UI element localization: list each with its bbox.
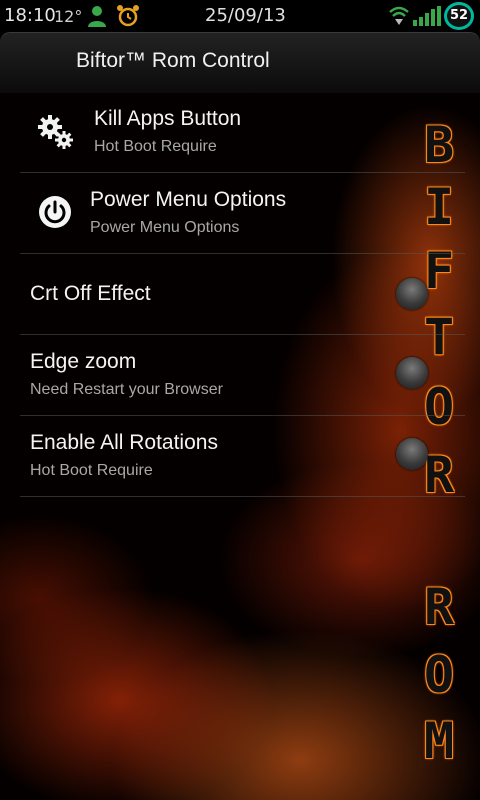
setting-subtitle: Hot Boot Require	[30, 462, 153, 479]
wifi-icon	[389, 6, 409, 25]
setting-title: Kill Apps Button	[94, 107, 242, 130]
setting-enable-all-rotations[interactable]: Enable All Rotations Hot Boot Require	[20, 416, 465, 497]
person-icon	[88, 6, 106, 27]
side-logo-letter: R	[423, 578, 455, 636]
signal-icon	[413, 6, 441, 26]
setting-kill-apps-button[interactable]: Kill Apps Button Hot Boot Require	[20, 92, 465, 173]
status-bar: 18:10 12° 25/09/13 52	[0, 0, 480, 32]
setting-title: Edge zoom	[30, 350, 137, 373]
setting-title: Crt Off Effect	[30, 282, 151, 305]
alarm-clock-icon	[117, 5, 139, 27]
setting-subtitle: Hot Boot Require	[94, 138, 217, 155]
power-icon	[39, 196, 71, 228]
setting-title: Power Menu Options	[90, 188, 287, 211]
status-time: 18:10	[4, 5, 56, 26]
side-logo-letter: M	[423, 712, 455, 770]
toggle-switch[interactable]	[396, 438, 428, 470]
setting-edge-zoom[interactable]: Edge zoom Need Restart your Browser	[20, 335, 465, 416]
setting-subtitle: Power Menu Options	[90, 219, 240, 236]
toggle-switch[interactable]	[396, 357, 428, 389]
gears-icon	[38, 115, 73, 149]
battery-icon: 52	[444, 2, 474, 30]
status-date: 25/09/13	[205, 5, 286, 26]
toggle-switch[interactable]	[396, 278, 428, 310]
action-bar: Biftor™ Rom Control	[0, 32, 480, 93]
setting-subtitle: Need Restart your Browser	[30, 381, 223, 398]
setting-power-menu-options[interactable]: Power Menu Options Power Menu Options	[20, 173, 465, 254]
setting-crt-off-effect[interactable]: Crt Off Effect	[20, 254, 465, 335]
status-temperature: 12°	[54, 7, 83, 26]
setting-title: Enable All Rotations	[30, 431, 218, 454]
side-logo-letter: O	[423, 646, 455, 704]
page-title: Biftor™ Rom Control	[76, 49, 270, 72]
